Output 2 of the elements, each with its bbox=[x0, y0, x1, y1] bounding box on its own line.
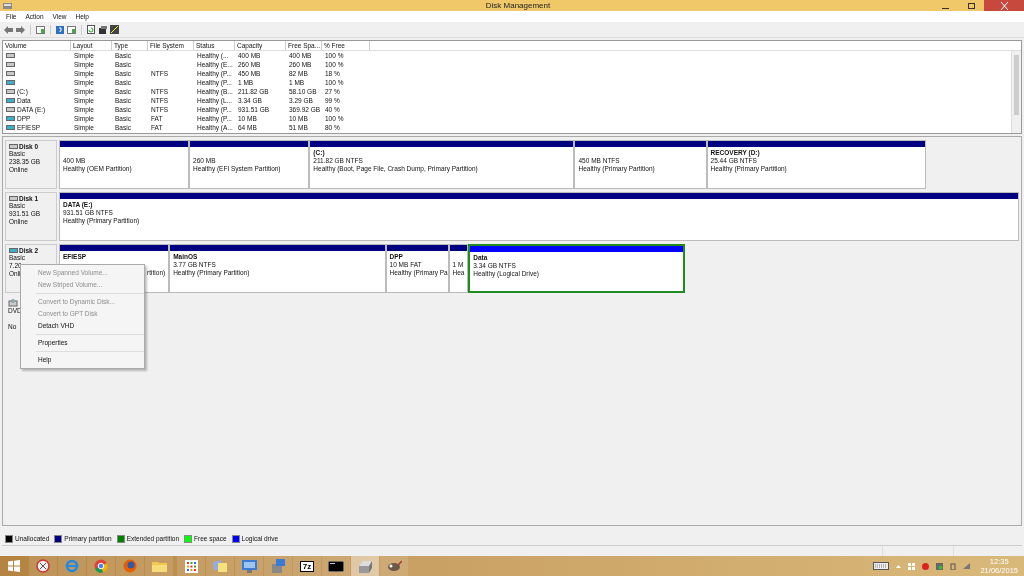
window-title: Disk Management bbox=[485, 1, 551, 10]
zip-icon: 7z bbox=[299, 560, 315, 572]
